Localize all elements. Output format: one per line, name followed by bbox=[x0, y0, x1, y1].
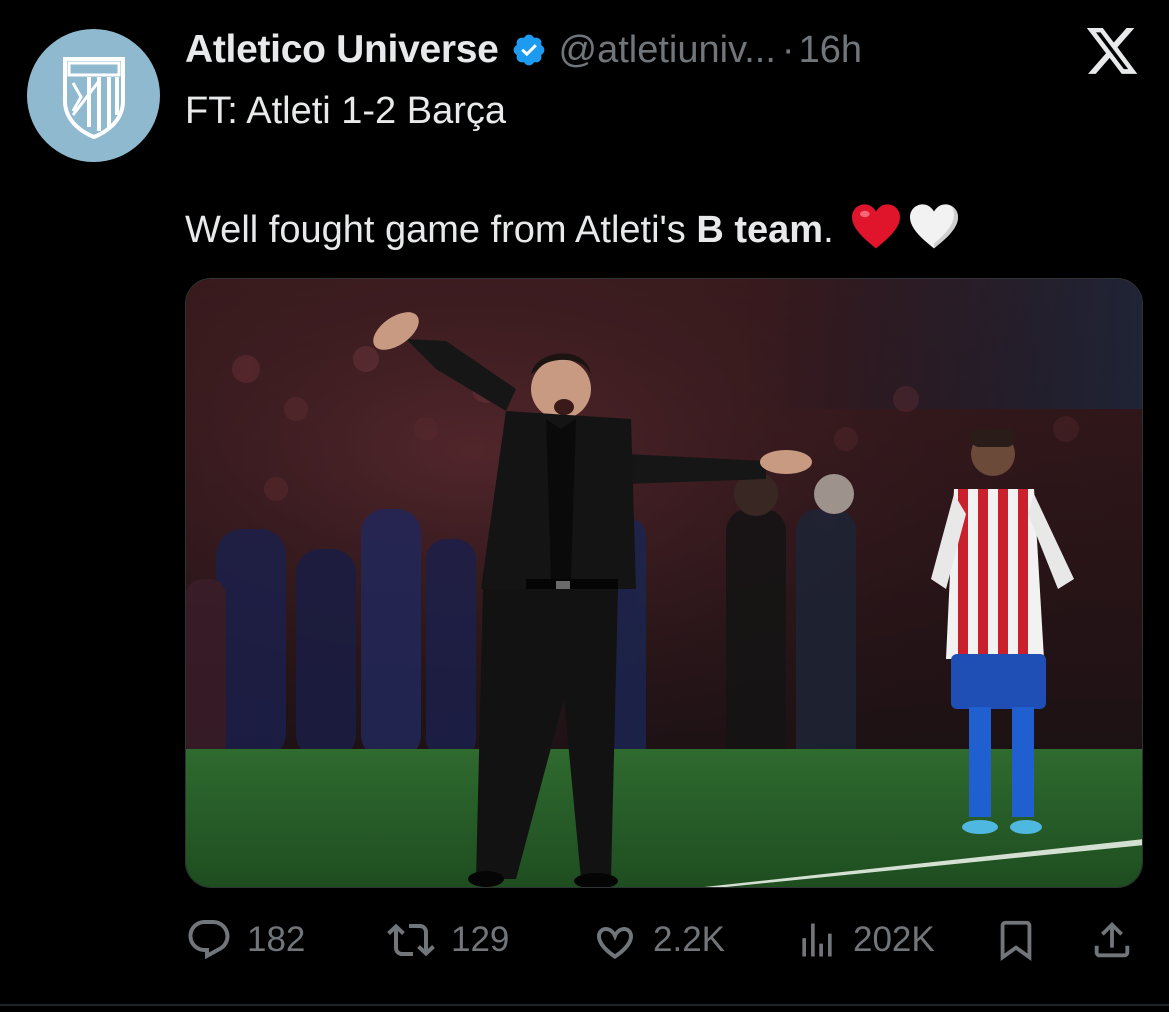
views-icon bbox=[802, 923, 832, 957]
share-button[interactable] bbox=[1089, 912, 1135, 968]
tweet-text-suffix: . bbox=[823, 209, 834, 251]
reply-count: 182 bbox=[247, 920, 306, 959]
coach-on-sideline-photo bbox=[186, 279, 1142, 887]
reply-icon bbox=[188, 920, 230, 960]
views-button[interactable]: 202K bbox=[795, 912, 935, 968]
display-name[interactable]: Atletico Universe bbox=[185, 28, 499, 72]
tweet-card[interactable]: Atletico Universe @atletiuniv... · 16h F… bbox=[0, 0, 1169, 1012]
red-heart-icon bbox=[850, 202, 902, 263]
divider bbox=[0, 1004, 1169, 1006]
x-logo-icon bbox=[1086, 28, 1140, 76]
action-bar: 182 129 2.2K 202K bbox=[185, 912, 1141, 968]
share-icon bbox=[1094, 921, 1130, 958]
like-button[interactable]: 2.2K bbox=[591, 912, 725, 968]
verified-badge-icon[interactable] bbox=[511, 32, 547, 68]
tweet-text-prefix: Well fought game from Atleti's bbox=[185, 209, 697, 251]
tweet-line-score: FT: Atleti 1-2 Barça bbox=[185, 90, 507, 132]
reply-button[interactable]: 182 bbox=[185, 912, 305, 968]
repost-count: 129 bbox=[451, 920, 510, 959]
repost-button[interactable]: 129 bbox=[385, 912, 509, 968]
user-handle[interactable]: @atletiuniv... bbox=[559, 29, 776, 72]
tweet-text-bold: B team bbox=[696, 209, 824, 251]
like-count: 2.2K bbox=[653, 920, 725, 959]
tweet-photo[interactable] bbox=[185, 278, 1143, 888]
avatar[interactable] bbox=[27, 29, 160, 162]
atletico-crest-icon bbox=[62, 56, 125, 139]
timestamp[interactable]: 16h bbox=[799, 29, 862, 72]
tweet-line-comment: Well fought game from Atleti's B team. bbox=[185, 202, 1135, 263]
white-heart-icon bbox=[908, 202, 960, 263]
like-icon bbox=[597, 926, 633, 959]
tweet-text: FT: Atleti 1-2 Barça Well fought game fr… bbox=[185, 86, 1135, 263]
repost-icon bbox=[387, 923, 435, 957]
bookmark-button[interactable] bbox=[993, 912, 1039, 968]
separator-dot: · bbox=[781, 28, 795, 71]
bookmark-icon bbox=[1000, 920, 1032, 961]
tweet-header: Atletico Universe @atletiuniv... · 16h bbox=[185, 24, 862, 76]
views-count: 202K bbox=[853, 920, 935, 959]
